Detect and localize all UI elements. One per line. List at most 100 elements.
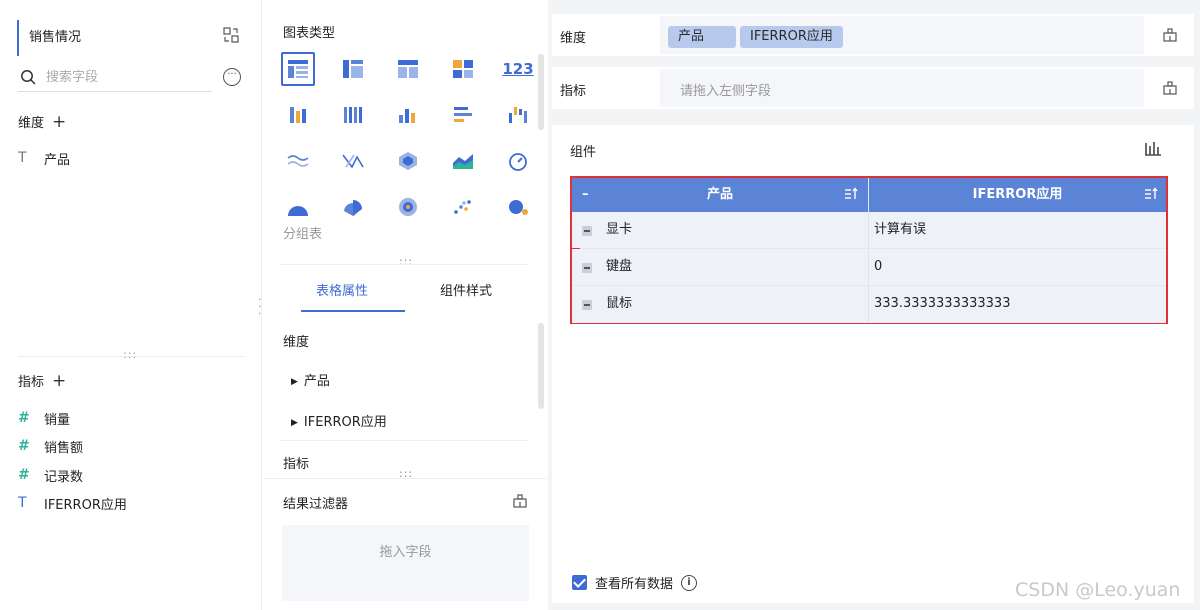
sort-icon[interactable]: [1144, 187, 1158, 201]
property-scrollbar[interactable]: [538, 323, 544, 409]
field-panel: 销售情况 ··· 维度+ T 产品 ::: 指标 + #: [0, 0, 262, 610]
tab-table-properties[interactable]: 表格属性: [316, 280, 368, 299]
radar-chart-icon[interactable]: [391, 144, 425, 178]
number-type-icon: #: [18, 438, 30, 454]
measure-field[interactable]: # 销售额: [18, 436, 83, 456]
shelf-settings-icon[interactable]: [1145, 69, 1194, 107]
grouped-table: – 产品 IFERROR应用 显卡 计算有误 键盘 0 鼠标 333.33333…: [570, 176, 1168, 324]
stacked-bar-chart-icon[interactable]: [336, 98, 370, 132]
selected-chart-type-label: 分组表: [283, 227, 323, 242]
prop-item-label: 产品: [303, 374, 330, 389]
table-row: 显卡 计算有误: [572, 212, 1166, 249]
resize-handle-icon[interactable]: :::: [123, 348, 137, 361]
line-chart-icon[interactable]: [281, 144, 315, 178]
app-root: 销售情况 ··· 维度+ T 产品 ::: 指标+ #: [0, 0, 1200, 610]
search-input[interactable]: [46, 67, 206, 87]
table-header: – 产品 IFERROR应用: [572, 178, 1166, 212]
pie-chart-icon[interactable]: [281, 190, 315, 224]
horizontal-bar-chart-icon[interactable]: [446, 98, 480, 132]
measure-drop-zone[interactable]: 请拖入左侧字段: [660, 69, 1144, 107]
tab-component-style[interactable]: 组件样式: [440, 280, 492, 299]
dimension-drop-zone[interactable]: 产品 IFERROR应用: [660, 16, 1144, 54]
number-type-icon: #: [18, 410, 30, 426]
grouped-bar-chart-icon[interactable]: [281, 98, 315, 132]
chart-settings-icon[interactable]: [1144, 139, 1162, 157]
waterfall-chart-icon[interactable]: [501, 98, 535, 132]
record-count-icon: #: [18, 467, 30, 483]
area-chart-icon[interactable]: [446, 144, 480, 178]
grouped-table-chart-icon[interactable]: [281, 52, 315, 86]
divider: [281, 440, 529, 441]
collapse-row-icon[interactable]: [582, 263, 592, 273]
watermark: CSDN @Leo.yuan: [1015, 579, 1181, 601]
result-filter-section: 结果过滤器 拖入字段: [263, 478, 547, 610]
measure-placeholder: 请拖入左侧字段: [680, 84, 772, 99]
more-options-icon[interactable]: ···: [223, 68, 241, 86]
gauge-chart-icon[interactable]: [501, 144, 535, 178]
bubble-chart-icon[interactable]: [501, 190, 535, 224]
measure-field[interactable]: # 销量: [18, 408, 70, 428]
scatter-chart-icon[interactable]: [446, 190, 480, 224]
expand-caret-icon[interactable]: ▶: [291, 377, 298, 387]
filter-title: 结果过滤器: [283, 497, 349, 512]
prop-dimension-header: 维度: [283, 335, 310, 350]
table-row: 键盘 0: [572, 249, 1166, 286]
view-all-data-toggle[interactable]: 查看所有数据 i: [572, 573, 698, 592]
cell-product: 鼠标: [606, 296, 633, 311]
add-measure-icon[interactable]: +: [52, 371, 66, 391]
prop-item-label: IFERROR应用: [303, 415, 387, 430]
sort-icon[interactable]: [844, 187, 858, 201]
dimension-field[interactable]: T 产品: [18, 148, 70, 168]
header-iferror[interactable]: IFERROR应用: [869, 178, 1166, 212]
multi-pie-chart-icon[interactable]: [391, 190, 425, 224]
header-product[interactable]: 产品: [572, 178, 868, 212]
rose-chart-icon[interactable]: [336, 190, 370, 224]
measure-shelf-label: 指标: [560, 84, 587, 99]
measure-field[interactable]: # 记录数: [18, 465, 83, 485]
chart-type-title: 图表类型: [283, 26, 336, 41]
text-type-icon: T: [18, 150, 27, 166]
collapse-row-icon[interactable]: [582, 300, 592, 310]
dimension-section-header: 维度 +: [18, 112, 66, 132]
info-icon[interactable]: i: [681, 574, 698, 591]
column-divider: [868, 286, 869, 322]
dimension-pill-iferror[interactable]: IFERROR应用: [740, 26, 843, 48]
dataset-title[interactable]: 销售情况: [17, 20, 245, 56]
shelf-settings-icon[interactable]: [1145, 16, 1194, 54]
table-row: 鼠标 333.3333333333333: [572, 286, 1166, 323]
dimension-shelf-label: 维度: [560, 31, 587, 46]
cell-product: 显卡: [606, 222, 633, 237]
add-dimension-icon[interactable]: +: [52, 112, 66, 132]
measure-shelf: 指标 请拖入左侧字段: [552, 67, 1194, 109]
measure-section-header: 指标 +: [18, 371, 66, 391]
measure-field[interactable]: T IFERROR应用: [18, 493, 127, 513]
filter-settings-icon[interactable]: [512, 493, 528, 509]
dimension-pill-product[interactable]: 产品: [668, 26, 736, 48]
chart-type-scrollbar[interactable]: [538, 54, 544, 130]
view-all-label: 查看所有数据: [595, 577, 674, 592]
column-divider: [868, 212, 869, 248]
radar-line-chart-icon[interactable]: [336, 144, 370, 178]
filter-drop-zone[interactable]: 拖入字段: [282, 525, 529, 601]
chart-config-panel: 图表类型 123 分组表::: 表格属性 组件样式 维度 ▶ 产品 ▶ IFE…: [263, 0, 547, 610]
prop-measure-header: 指标: [283, 457, 310, 472]
field-label: IFERROR应用: [44, 497, 127, 513]
cross-table-chart-icon[interactable]: [336, 52, 370, 86]
number-chart-icon[interactable]: 123: [501, 52, 535, 86]
field-label: 产品: [44, 152, 71, 168]
prop-dimension-item[interactable]: ▶ 产品: [291, 370, 330, 389]
resize-handle-icon[interactable]: :::: [399, 468, 413, 479]
switch-dataset-icon[interactable]: [223, 27, 239, 43]
component-canvas: 组件 – 产品 IFERROR应用 显卡 计算有误 键盘 0 鼠标 333.33…: [552, 125, 1194, 603]
collapse-row-icon[interactable]: [582, 226, 592, 236]
expand-caret-icon[interactable]: ▶: [291, 418, 298, 428]
field-search: [18, 64, 212, 92]
prop-dimension-item[interactable]: ▶ IFERROR应用: [291, 411, 387, 430]
detail-table-chart-icon[interactable]: [391, 52, 425, 86]
column-chart-icon[interactable]: [391, 98, 425, 132]
active-tab-indicator: [301, 310, 405, 312]
panel-resize-handle-icon[interactable]: · · ·: [258, 294, 262, 319]
measure-header-label: 指标: [18, 375, 45, 390]
kpi-card-chart-icon[interactable]: [446, 52, 480, 86]
view-all-checkbox[interactable]: [572, 575, 587, 590]
